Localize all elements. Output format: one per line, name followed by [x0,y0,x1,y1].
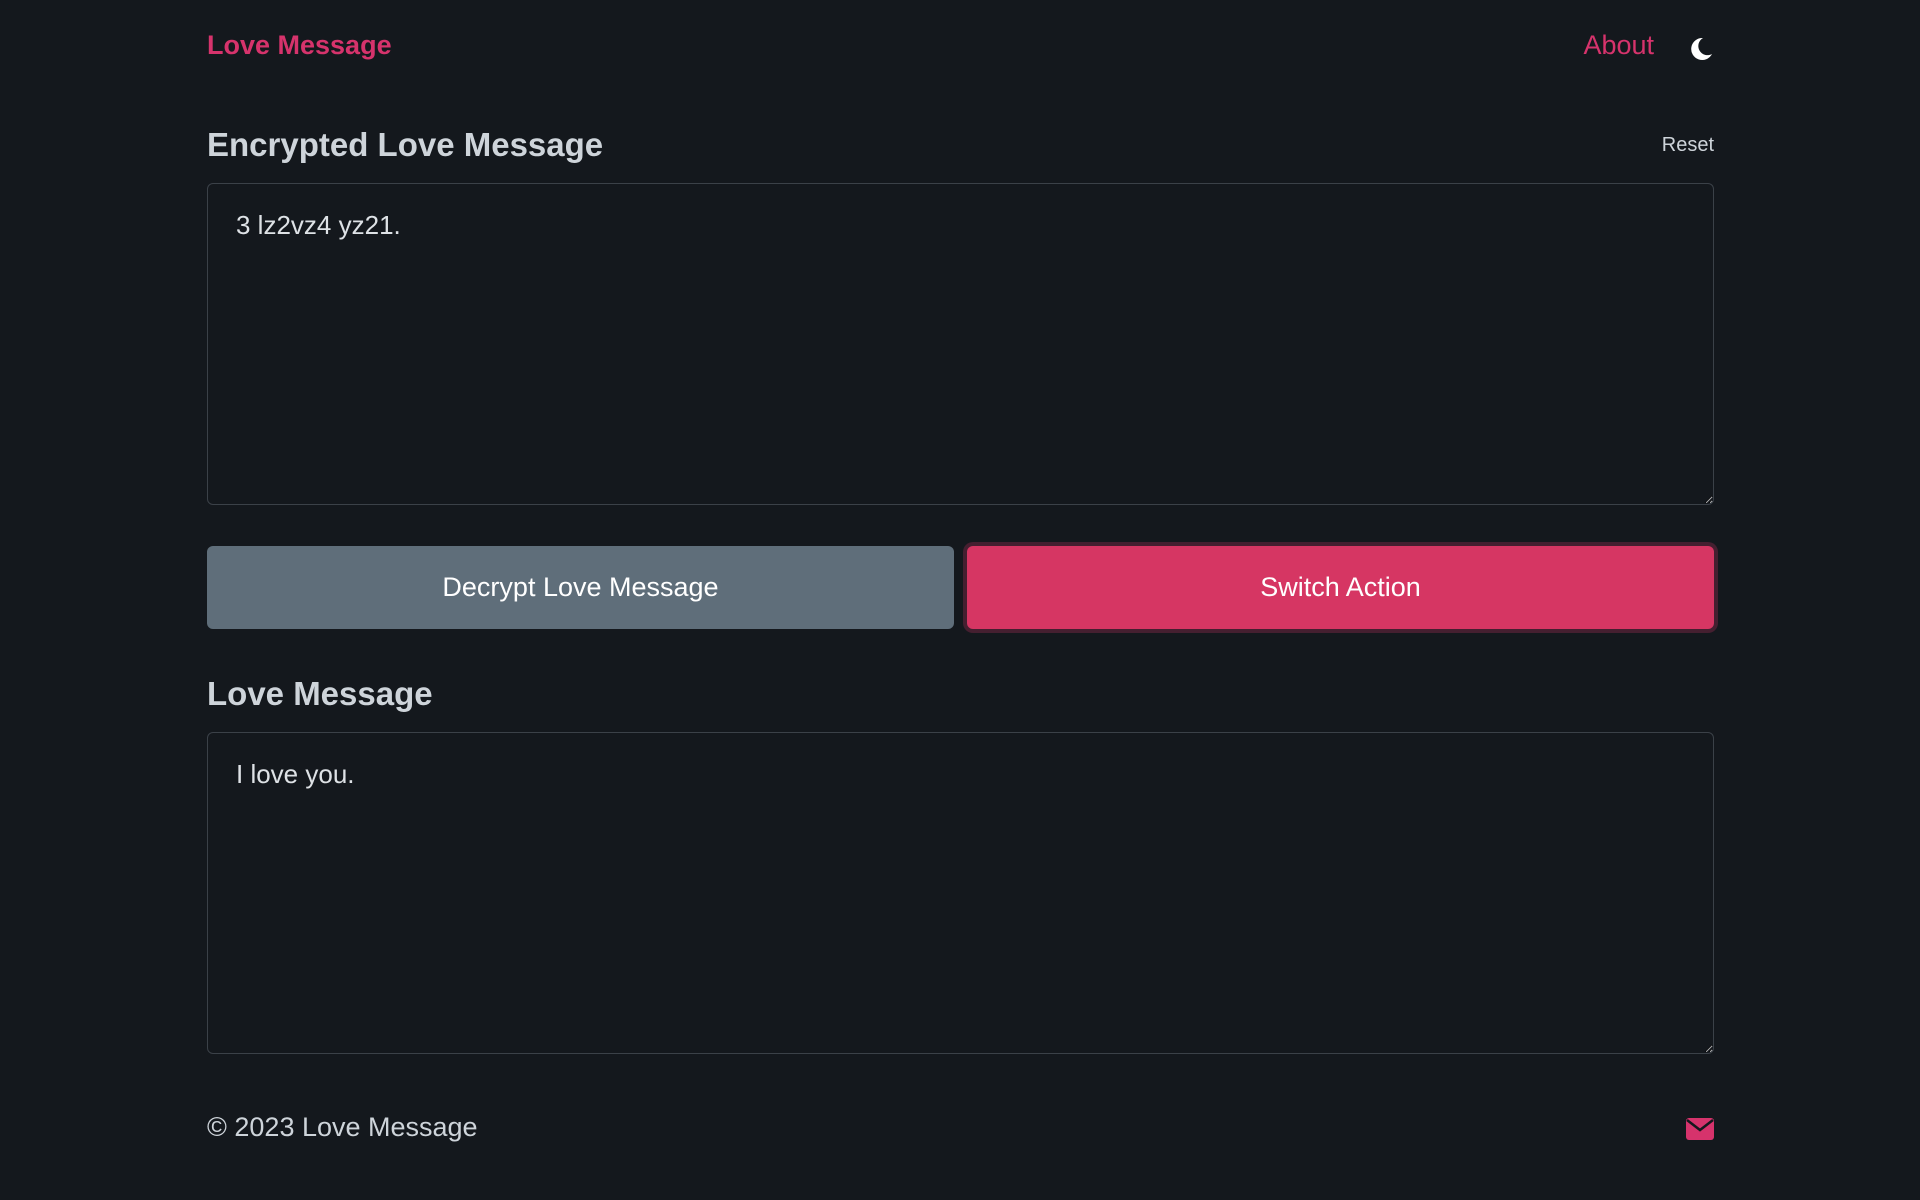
encrypted-message-heading: Encrypted Love Message [207,126,604,163]
about-link[interactable]: About [1583,30,1654,61]
moon-icon[interactable] [1688,36,1714,62]
footer-copyright: © 2023 Love Message [207,1112,478,1142]
love-message-heading: Love Message [207,675,433,712]
navbar: Love Message About [207,0,1714,96]
decrypt-button[interactable]: Decrypt Love Message [207,546,954,629]
brand-link[interactable]: Love Message [207,30,392,61]
reset-button[interactable]: Reset [1662,134,1714,157]
page-container: Love Message About Encrypted Love Messag… [207,0,1714,1200]
switch-action-button[interactable]: Switch Action [967,546,1714,629]
encrypted-message-input[interactable]: 3 lz2vz4 yz21. [207,183,1714,505]
envelope-icon[interactable] [1686,1118,1714,1140]
love-message-output[interactable]: I love you. [207,732,1714,1054]
